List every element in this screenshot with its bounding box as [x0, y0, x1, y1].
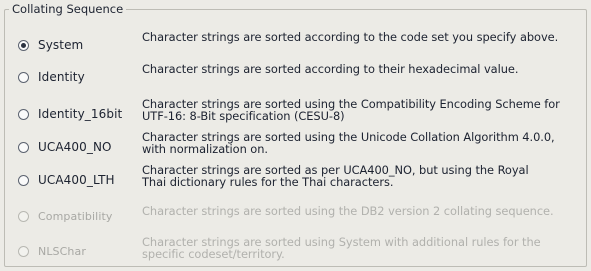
- description-identity: Character strings are sorted according t…: [142, 63, 582, 75]
- radio-identity-16bit[interactable]: Identity_16bit: [18, 107, 122, 121]
- radio-label-uca400-no[interactable]: UCA400_NO: [38, 140, 112, 154]
- radio-uca400-no[interactable]: UCA400_NO: [18, 140, 112, 154]
- radio-button-icon[interactable]: [18, 174, 29, 186]
- description-line: Character strings are sorted according t…: [142, 30, 559, 44]
- radio-uca400-lth[interactable]: UCA400_LTH: [18, 173, 115, 187]
- description-identity-16bit: Character strings are sorted using the C…: [142, 98, 582, 122]
- radio-compatibility: Compatibility: [18, 210, 113, 223]
- radio-button-icon: [18, 211, 29, 222]
- radio-button-icon[interactable]: [18, 71, 29, 83]
- group-title: Collating Sequence: [9, 2, 127, 16]
- description-line: Thai dictionary rules for the Thai chara…: [142, 175, 394, 189]
- radio-label-identity[interactable]: Identity: [38, 70, 85, 84]
- description-compatibility: Character strings are sorted using the D…: [142, 205, 582, 217]
- radio-system[interactable]: System: [18, 38, 83, 52]
- radio-label-compatibility: Compatibility: [38, 210, 113, 223]
- description-line: Character strings are sorted according t…: [142, 62, 519, 76]
- radio-identity[interactable]: Identity: [18, 70, 85, 84]
- description-line: Character strings are sorted using the D…: [142, 204, 554, 218]
- description-line: UTF-16: 8-Bit specification (CESU-8): [142, 109, 345, 123]
- radio-label-system[interactable]: System: [38, 38, 83, 52]
- description-line: specific codeset/territory.: [142, 247, 285, 261]
- radio-button-icon[interactable]: [18, 108, 29, 120]
- radio-label-nlschar: NLSChar: [38, 245, 86, 258]
- radio-label-uca400-lth[interactable]: UCA400_LTH: [38, 173, 115, 187]
- radio-label-identity-16bit[interactable]: Identity_16bit: [38, 107, 122, 121]
- description-uca400-no: Character strings are sorted using the U…: [142, 131, 582, 155]
- radio-button-icon: [18, 246, 29, 257]
- description-line: with normalization on.: [142, 142, 268, 156]
- radio-nlschar: NLSChar: [18, 245, 86, 258]
- radio-button-icon[interactable]: [18, 141, 29, 153]
- description-system: Character strings are sorted according t…: [142, 31, 582, 43]
- radio-button-icon[interactable]: [18, 39, 29, 51]
- description-uca400-lth: Character strings are sorted as per UCA4…: [142, 164, 582, 188]
- description-nlschar: Character strings are sorted using Syste…: [142, 236, 582, 260]
